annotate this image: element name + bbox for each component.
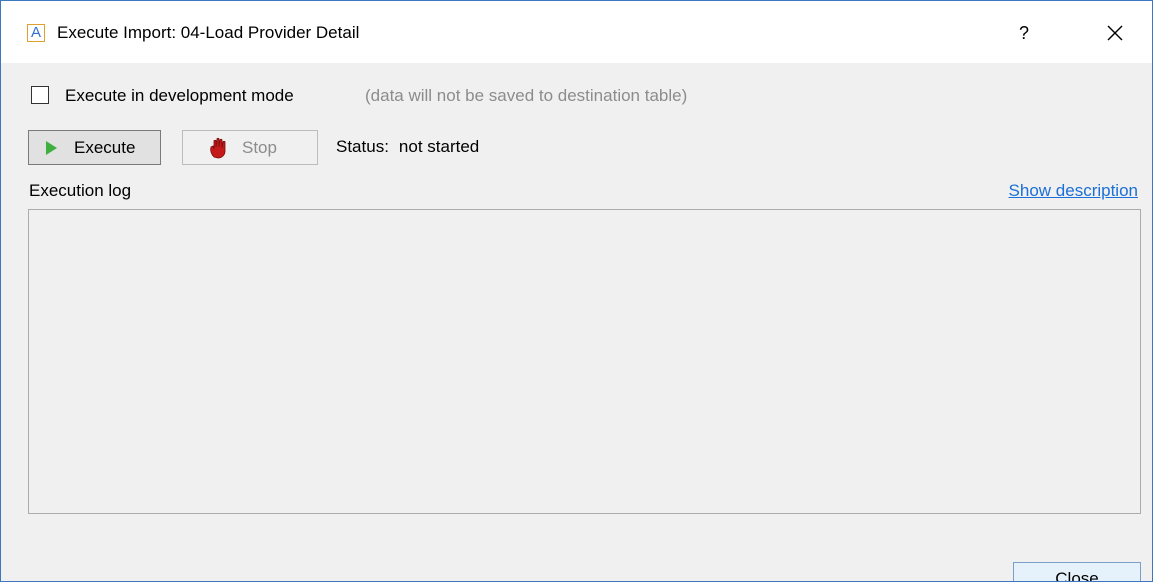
app-icon: A [27,24,45,42]
close-button[interactable]: Close [1013,562,1141,581]
execute-button-label: Execute [74,138,136,157]
stop-button[interactable]: Stop [182,130,318,165]
status-value: not started [398,137,480,156]
close-icon [1107,25,1123,41]
stop-button-label: Stop [242,138,277,157]
show-description-link[interactable]: Show description [1009,181,1138,201]
title-bar: A Execute Import: 04-Load Provider Detai… [1,1,1152,63]
execution-log-area[interactable] [28,209,1141,514]
execution-log-label: Execution log [29,181,132,200]
window-title: Execute Import: 04-Load Provider Detail [57,23,360,42]
import-dialog: A Execute Import: 04-Load Provider Detai… [0,0,1153,582]
hand-stop-icon [208,137,230,164]
dev-mode-label[interactable]: Execute in development mode [65,85,294,107]
close-window-button[interactable] [1097,15,1133,51]
dev-mode-hint: (data will not be saved to destination t… [365,86,688,105]
status-label: Status: [336,137,389,156]
help-button[interactable]: ? [1006,15,1042,51]
dev-mode-checkbox[interactable] [31,86,49,104]
play-icon [46,141,57,155]
execute-button[interactable]: Execute [28,130,161,165]
status: Status: not started [336,137,479,157]
